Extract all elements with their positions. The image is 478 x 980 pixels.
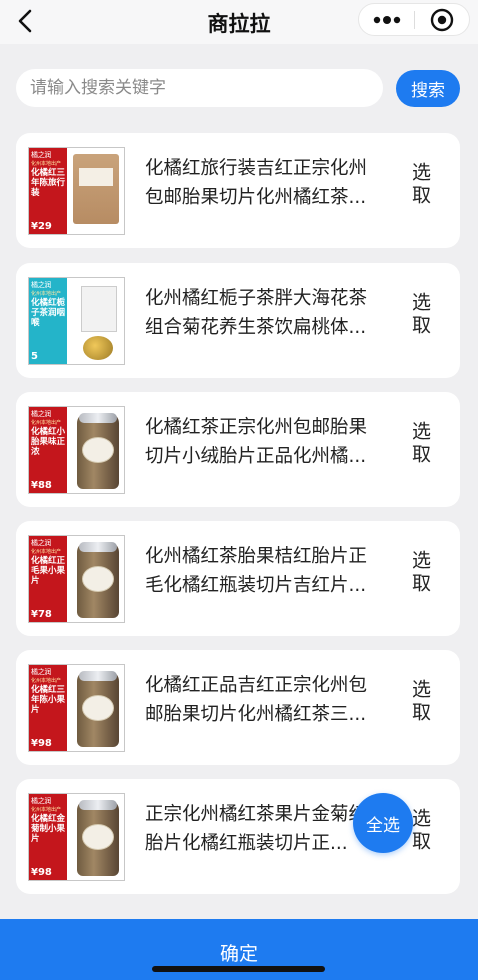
home-indicator (152, 966, 325, 972)
product-thumbnail[interactable]: 橘之润化州本地出产 化橘红三年陈小果片 ¥98 (28, 664, 125, 752)
product-title: 化橘红正品吉红正宗化州包邮胎果切片化州橘红茶三... (145, 675, 368, 725)
thumb-price: ¥78 (31, 609, 52, 620)
thumb-brand: 橘之润 (31, 410, 52, 418)
product-card[interactable]: 橘之润化州本地出产 化橘红栀子茶润咽喉 5 化州橘红栀子茶胖大海花茶组合菊花养生茶饮扁… (16, 263, 460, 378)
product-title: 化橘红茶正宗化州包邮胎果切片小绒胎片正品化州橘... (145, 417, 368, 467)
thumb-price: ¥29 (31, 221, 52, 232)
thumb-subtitle: 化州本地出产 (31, 291, 62, 297)
product-thumbnail[interactable]: 橘之润化州本地出产 化橘红栀子茶润咽喉 5 (28, 277, 125, 365)
thumb-price: ¥98 (31, 738, 52, 749)
thumb-price: ¥88 (31, 480, 52, 491)
thumb-brand: 橘之润 (31, 797, 52, 805)
confirm-label: 确定 (219, 943, 258, 965)
product-card[interactable]: 橘之润化州本地出产 化橘红小胎果味正浓 ¥88 化橘红茶正宗化州包邮胎果切片小绒胎片正… (16, 392, 460, 507)
thumb-subtitle: 化州本地出产 (31, 807, 62, 813)
product-card[interactable]: 橘之润化州本地出产 化橘红正毛果小果片 ¥78 化州橘红茶胎果桔红胎片正毛化橘红瓶装切… (16, 521, 460, 636)
thumb-name: 化橘红金菊制小果片 (31, 814, 66, 844)
thumb-brand: 橘之润 (31, 151, 52, 159)
thumb-name: 化橘红三年陈小果片 (31, 685, 66, 715)
thumb-name: 化橘红栀子茶润咽喉 (31, 298, 66, 328)
pouch-image (81, 286, 117, 332)
select-button[interactable]: 选取 (406, 550, 434, 596)
bag-image (73, 154, 119, 224)
product-thumbnail[interactable]: 橘之润化州本地出产 化橘红三年陈旅行装 ¥29 (28, 147, 125, 235)
search-button[interactable]: 搜索 (396, 70, 460, 107)
jar-image (77, 671, 119, 747)
select-button[interactable]: 选取 (406, 679, 434, 725)
thumb-brand: 橘之润 (31, 281, 52, 289)
product-card[interactable]: 橘之润化州本地出产 化橘红三年陈旅行装 ¥29 化橘红旅行装吉红正宗化州包邮胎果切片化… (16, 133, 460, 248)
product-thumbnail[interactable]: 橘之润化州本地出产 化橘红小胎果味正浓 ¥88 (28, 406, 125, 494)
jar-image (77, 542, 119, 618)
thumb-price: 5 (31, 351, 38, 362)
jar-image (77, 800, 119, 876)
select-all-button[interactable]: 全选 (353, 793, 413, 853)
thumb-price: ¥98 (31, 867, 52, 878)
thumb-name: 化橘红小胎果味正浓 (31, 427, 66, 457)
thumb-brand: 橘之润 (31, 539, 52, 547)
search-input[interactable] (16, 69, 383, 107)
thumb-name: 化橘红三年陈旅行装 (31, 168, 66, 198)
product-title: 正宗化州橘红茶果片金菊红胎片化橘红瓶装切片正... (145, 804, 368, 854)
product-thumbnail[interactable]: 橘之润化州本地出产 化橘红正毛果小果片 ¥78 (28, 535, 125, 623)
more-button[interactable] (359, 4, 414, 35)
close-button[interactable] (415, 4, 469, 35)
thumb-subtitle: 化州本地出产 (31, 161, 62, 167)
product-title: 化州橘红栀子茶胖大海花茶组合菊花养生茶饮扁桃体... (145, 288, 368, 338)
thumb-brand: 橘之润 (31, 668, 52, 676)
more-dots-icon (373, 15, 400, 24)
nav-bar: 商拉拉 (0, 0, 478, 44)
target-close-icon (430, 8, 454, 31)
product-thumbnail[interactable]: 橘之润化州本地出产 化橘红金菊制小果片 ¥98 (28, 793, 125, 881)
fruit-image (83, 336, 113, 360)
select-button[interactable]: 选取 (406, 162, 434, 208)
thumb-name: 化橘红正毛果小果片 (31, 556, 66, 586)
thumb-subtitle: 化州本地出产 (31, 678, 62, 684)
select-button[interactable]: 选取 (406, 421, 434, 467)
thumb-subtitle: 化州本地出产 (31, 420, 62, 426)
mini-program-capsule (358, 3, 470, 36)
thumb-subtitle: 化州本地出产 (31, 549, 62, 555)
jar-image (77, 413, 119, 489)
product-card[interactable]: 橘之润化州本地出产 化橘红三年陈小果片 ¥98 化橘红正品吉红正宗化州包邮胎果切片化州… (16, 650, 460, 765)
product-title: 化橘红旅行装吉红正宗化州包邮胎果切片化州橘红茶... (145, 158, 368, 208)
product-title: 化州橘红茶胎果桔红胎片正毛化橘红瓶装切片吉红片... (145, 546, 368, 596)
select-button[interactable]: 选取 (406, 292, 434, 338)
